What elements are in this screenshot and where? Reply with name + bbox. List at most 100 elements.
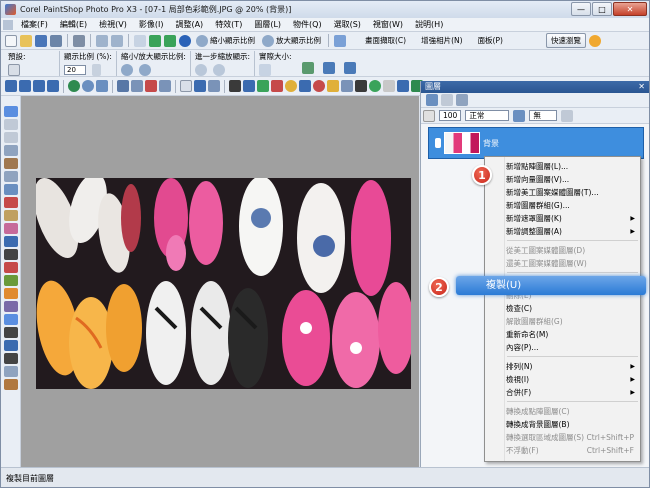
text-tool-icon[interactable] — [3, 327, 18, 338]
square-icon[interactable] — [180, 80, 192, 92]
enhance-photo-command[interactable]: 增強相片(N) — [419, 35, 464, 46]
close-button[interactable]: ✕ — [613, 2, 647, 16]
green-arrow-icon[interactable] — [149, 34, 161, 47]
menu-file[interactable]: 檔案(F) — [15, 19, 54, 30]
opacity-field[interactable]: 100 — [439, 110, 462, 121]
smudge-tool-icon[interactable] — [3, 301, 18, 312]
ruler-icon[interactable] — [159, 80, 171, 92]
menu-selections[interactable]: 選取(S) — [328, 19, 367, 30]
black-tool-icon[interactable] — [229, 80, 241, 92]
tool-icon-a[interactable] — [341, 80, 353, 92]
clone-tool-icon[interactable] — [3, 223, 18, 234]
guides-icon[interactable] — [131, 80, 143, 92]
zoom-in-command[interactable]: 放大顯示比例 — [260, 34, 323, 47]
paint-brush-icon[interactable] — [3, 262, 18, 273]
airbrush-icon[interactable] — [3, 275, 18, 286]
layer-properties-icon[interactable] — [456, 94, 468, 106]
info-icon[interactable] — [179, 34, 191, 47]
menu-effects[interactable]: 特效(T) — [209, 19, 248, 30]
menu-layers[interactable]: 圖層(L) — [248, 19, 287, 30]
minimize-button[interactable]: — — [571, 2, 591, 16]
pen-tool-icon[interactable] — [3, 353, 18, 364]
makeover-tool-icon[interactable] — [3, 210, 18, 221]
pick-tool-icon[interactable] — [3, 119, 18, 130]
sun-icon[interactable] — [285, 80, 297, 92]
menu-item-copy-highlighted[interactable]: 複製(U) — [456, 276, 646, 295]
menu-objects[interactable]: 物件(Q) — [287, 19, 328, 30]
menu-item-1[interactable]: 新增向量圖層(V)... — [485, 173, 640, 186]
layers-close-icon[interactable]: ✕ — [638, 81, 649, 93]
photo-canvas[interactable] — [36, 178, 411, 389]
fit-screen-icon[interactable] — [322, 62, 335, 74]
tool-icon-c[interactable] — [369, 80, 381, 92]
menu-window[interactable]: 視窗(W) — [367, 19, 409, 30]
menu-view[interactable]: 檢視(V) — [93, 19, 133, 30]
save-as-icon[interactable] — [50, 34, 62, 47]
art-media-icon[interactable] — [3, 379, 18, 390]
grid-icon[interactable] — [117, 80, 129, 92]
red-shape-icon[interactable] — [271, 80, 283, 92]
zoom-spin-icon[interactable] — [92, 63, 101, 76]
workspace-button[interactable]: 快速瀏覽 — [545, 33, 586, 48]
object-remover-icon[interactable] — [3, 249, 18, 260]
tool-icon-e[interactable] — [397, 80, 409, 92]
lighten-tool-icon[interactable] — [3, 288, 18, 299]
new-file-icon[interactable] — [5, 34, 17, 47]
fit-window-icon[interactable] — [301, 62, 314, 74]
crop-tool-icon[interactable] — [3, 171, 18, 182]
panel-command[interactable]: 面板(P) — [476, 35, 505, 46]
redo-icon[interactable] — [111, 34, 123, 47]
lock-select[interactable]: 無 — [529, 110, 558, 121]
brush-lock-icon[interactable] — [513, 109, 526, 122]
menu-item-12[interactable]: 檢查(C) — [485, 302, 640, 315]
document-menu-icon[interactable] — [3, 19, 13, 30]
fit-image-icon[interactable] — [343, 62, 356, 74]
layers-square-icon[interactable] — [208, 80, 220, 92]
screenshot-command[interactable]: 畫面擷取(C) — [363, 35, 408, 46]
dropper-tool-icon[interactable] — [3, 158, 18, 169]
menu-item-3[interactable]: 新增圖層群組(G)... — [485, 199, 640, 212]
fill-tool-icon[interactable] — [3, 314, 18, 325]
red-tool-icon[interactable] — [145, 80, 157, 92]
menu-item-22[interactable]: 轉換成背景圖層(B) — [485, 418, 640, 431]
scratch-tool-icon[interactable] — [3, 236, 18, 247]
selection-tool-icon[interactable] — [3, 145, 18, 156]
warp-tool-icon[interactable] — [3, 366, 18, 377]
menu-item-0[interactable]: 新增點陣圖層(L)... — [485, 160, 640, 173]
delete-layer-icon[interactable] — [441, 94, 453, 106]
step-minus-icon[interactable] — [194, 63, 207, 76]
effects-icon-4[interactable] — [47, 80, 59, 92]
undo-icon[interactable] — [96, 34, 108, 47]
menu-item-15[interactable]: 內容(P)... — [485, 341, 640, 354]
magnifier-minus-icon[interactable] — [120, 63, 133, 76]
open-folder-icon[interactable] — [20, 34, 32, 47]
effects-icon-1[interactable] — [5, 80, 17, 92]
move-tool-icon[interactable] — [3, 132, 18, 143]
menu-item-17[interactable]: 排列(N) ▶ — [485, 360, 640, 373]
zoom-percent-input[interactable]: 20 — [64, 64, 86, 75]
effects-icon-2[interactable] — [19, 80, 31, 92]
effects-icon-3[interactable] — [33, 80, 45, 92]
menu-item-2[interactable]: 新增美工圖案媒體圖層(T)... — [485, 186, 640, 199]
help-orb-icon[interactable] — [588, 34, 601, 47]
crop-icon[interactable] — [134, 34, 146, 47]
straighten-tool-icon[interactable] — [3, 184, 18, 195]
lock-icon[interactable] — [561, 109, 574, 122]
menu-help[interactable]: 說明(H) — [409, 19, 449, 30]
green-tool-icon[interactable] — [257, 80, 269, 92]
green-arrow-2-icon[interactable] — [164, 34, 176, 47]
actual-size-icon[interactable] — [258, 63, 271, 76]
blue-square-icon[interactable] — [194, 80, 206, 92]
globe-icon[interactable] — [68, 80, 80, 92]
tool-icon-b[interactable] — [355, 80, 367, 92]
save-icon[interactable] — [35, 34, 47, 47]
maximize-button[interactable]: □ — [592, 2, 612, 16]
rotate-icon[interactable] — [82, 80, 94, 92]
image-workspace[interactable] — [21, 96, 419, 467]
menu-item-14[interactable]: 重新命名(M) — [485, 328, 640, 341]
yellow-tool-icon[interactable] — [327, 80, 339, 92]
preset-shape-icon[interactable] — [3, 340, 18, 351]
menu-image[interactable]: 影像(I) — [133, 19, 170, 30]
magnifier-plus-icon[interactable] — [138, 63, 151, 76]
hand-tool-icon[interactable] — [8, 63, 20, 76]
